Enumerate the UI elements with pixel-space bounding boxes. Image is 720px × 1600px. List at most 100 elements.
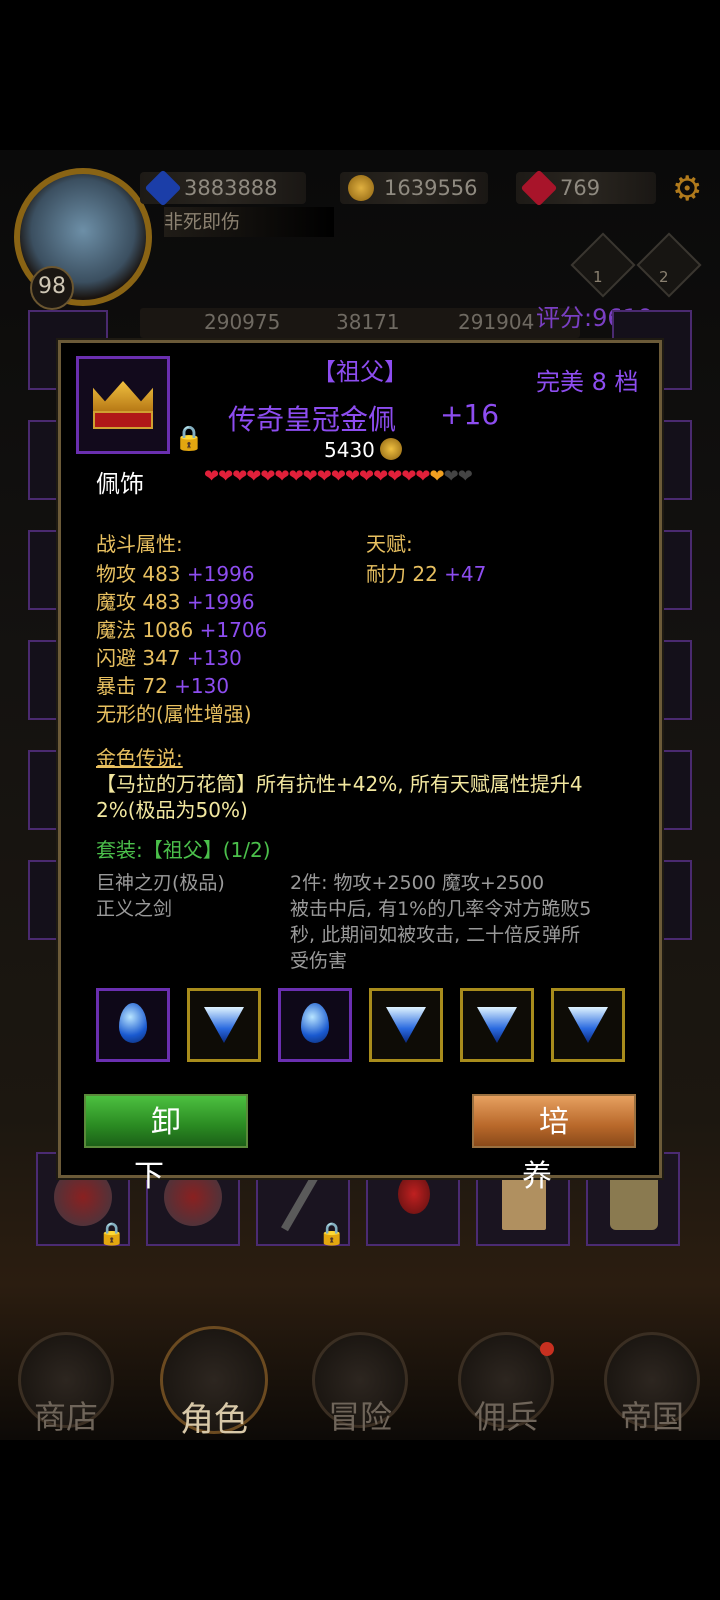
nav-mercenary-label: 佣兵 bbox=[473, 1398, 538, 1436]
unequip-button[interactable]: 卸下 bbox=[84, 1094, 248, 1194]
rank-badge-2-label: 2 bbox=[659, 268, 669, 286]
player-title: 非死即伤 bbox=[164, 207, 334, 237]
notification-dot bbox=[540, 1342, 554, 1356]
set-bonus-line-1: 2件: 物攻+2500 魔攻+2500 bbox=[290, 872, 545, 894]
combat-stat-row: 魔攻 483 +1996 bbox=[96, 588, 267, 616]
heart-full-icon: ❤ bbox=[401, 466, 416, 487]
stat-name: 闪避 bbox=[96, 646, 136, 670]
lock-icon[interactable]: 🔒 bbox=[174, 424, 204, 452]
stat-base: 72 bbox=[142, 674, 168, 698]
crown-band bbox=[93, 411, 153, 429]
stat-bonus: +1706 bbox=[199, 618, 268, 642]
legend-text-line-1: 【马拉的万花筒】所有抗性+42%, 所有天赋属性提升4 bbox=[96, 772, 583, 796]
heart-full-icon: ❤ bbox=[344, 466, 360, 487]
attribute-value-3: 291904 bbox=[458, 310, 535, 334]
combat-stat-row: 暴击 72 +130 bbox=[96, 672, 267, 700]
attribute-value-2: 38171 bbox=[336, 310, 400, 334]
player-level-badge: 98 bbox=[30, 266, 74, 310]
cultivate-button[interactable]: 培养 bbox=[472, 1094, 636, 1194]
stat-bonus: +1996 bbox=[186, 590, 255, 614]
stat-name: 物攻 bbox=[96, 562, 136, 586]
attribute-value-1: 290975 bbox=[204, 310, 281, 334]
set-item-1: 巨神之刃(极品) bbox=[96, 872, 225, 894]
extra-affix: 无形的(属性增强) bbox=[96, 702, 252, 726]
amulet-icon bbox=[398, 1174, 430, 1214]
attribute-bar: 290975 38171 291904 bbox=[140, 308, 580, 338]
gold-coin-icon bbox=[380, 438, 402, 460]
gem-socket-3[interactable] bbox=[278, 988, 352, 1062]
enhance-level: +16 bbox=[440, 398, 500, 431]
heart-full-icon: ❤ bbox=[387, 466, 402, 487]
combat-stats-list: 物攻 483 +1996 魔攻 483 +1996 魔法 1086 +1706 闪避 … bbox=[96, 560, 267, 700]
stat-base: 347 bbox=[142, 646, 181, 670]
sapphire-triangle-icon bbox=[204, 1007, 244, 1043]
ruby-value: 769 bbox=[560, 176, 601, 200]
slot-type: 佩饰 bbox=[96, 470, 144, 498]
sapphire-drop-icon bbox=[119, 1003, 147, 1043]
sapphire-triangle-icon bbox=[477, 1007, 517, 1043]
gem-socket-4[interactable] bbox=[369, 988, 443, 1062]
set-title-name: 【祖父】 bbox=[142, 838, 223, 862]
stat-bonus: +130 bbox=[174, 674, 230, 698]
heart-full-icon: ❤ bbox=[274, 466, 289, 487]
star-hearts-row: ❤❤❤❤❤❤❤❤❤❤❤❤❤❤❤❤❤❤❤ bbox=[204, 466, 473, 487]
ruby-currency: 769 bbox=[516, 169, 656, 207]
nav-empire-label: 帝国 bbox=[619, 1398, 684, 1436]
set-title: 套装:【祖父】(1/2) bbox=[96, 834, 271, 863]
talent-name: 耐力 bbox=[366, 562, 406, 586]
blue-gem-value: 3883888 bbox=[184, 176, 278, 200]
heart-full-icon: ❤ bbox=[232, 466, 247, 487]
red-ruby-icon bbox=[520, 169, 558, 207]
stat-name: 暴击 bbox=[96, 674, 136, 698]
heart-full-icon: ❤ bbox=[330, 466, 346, 487]
talent-row: 耐力 22 +47 bbox=[366, 560, 486, 588]
settings-gear-icon[interactable]: ⚙ bbox=[672, 172, 702, 206]
gem-socket-6[interactable] bbox=[551, 988, 625, 1062]
stat-bonus: +130 bbox=[186, 646, 242, 670]
quality-text: 完美 8 档 bbox=[536, 368, 639, 396]
heart-full-icon: ❤ bbox=[316, 466, 332, 487]
set-bonus-line-4: 受伤害 bbox=[290, 950, 348, 972]
heart-full-icon: ❤ bbox=[288, 466, 304, 487]
combat-stat-row: 闪避 347 +130 bbox=[96, 644, 267, 672]
heart-full-icon: ❤ bbox=[302, 466, 318, 487]
sapphire-triangle-icon bbox=[386, 1007, 426, 1043]
talent-title: 天赋: bbox=[366, 532, 413, 556]
stat-base: 1086 bbox=[142, 618, 194, 642]
gold-value: 1639556 bbox=[384, 176, 478, 200]
heart-full-icon: ❤ bbox=[218, 466, 233, 487]
gem-socket-2[interactable] bbox=[187, 988, 261, 1062]
legend-text-line-2: 2%(极品为50%) bbox=[96, 798, 248, 822]
gold-currency: 1639556 bbox=[340, 172, 488, 204]
set-title-count: (1/2) bbox=[222, 838, 271, 862]
stat-name: 魔法 bbox=[96, 618, 136, 642]
heart-full-icon: ❤ bbox=[204, 466, 219, 487]
rank-badge-1-label: 1 bbox=[593, 268, 603, 286]
heart-empty-icon: ❤ bbox=[457, 466, 473, 487]
lock-icon: 🔒 bbox=[318, 1222, 346, 1247]
set-bonus-line-3: 秒, 此期间如被攻击, 二十倍反弹所 bbox=[290, 924, 581, 946]
item-price: 5430 bbox=[324, 438, 375, 462]
talent-base: 22 bbox=[412, 562, 438, 586]
stat-bonus: +1996 bbox=[186, 562, 255, 586]
heart-full-icon: ❤ bbox=[359, 466, 374, 487]
item-name: 传奇皇冠金佩 bbox=[228, 403, 397, 436]
set-title-prefix: 套装: bbox=[96, 838, 143, 862]
gem-socket-5[interactable] bbox=[460, 988, 534, 1062]
heart-full-icon: ❤ bbox=[415, 466, 430, 487]
combat-stat-row: 魔法 1086 +1706 bbox=[96, 616, 267, 644]
gold-coin-icon bbox=[348, 175, 374, 201]
blue-gem-currency: 3883888 bbox=[140, 169, 306, 207]
combat-stat-row: 物攻 483 +1996 bbox=[96, 560, 267, 588]
heart-full-icon: ❤ bbox=[246, 466, 261, 487]
heart-empty-icon: ❤ bbox=[443, 466, 459, 487]
gem-socket-1[interactable] bbox=[96, 988, 170, 1062]
stat-name: 魔攻 bbox=[96, 590, 136, 614]
nav-character-label: 角色 bbox=[180, 1400, 248, 1440]
set-item-2: 正义之剑 bbox=[96, 898, 173, 920]
heart-half-icon: ❤ bbox=[429, 466, 445, 487]
nav-shop-label: 商店 bbox=[33, 1398, 98, 1436]
blue-gem-icon bbox=[144, 169, 182, 207]
sapphire-triangle-icon bbox=[568, 1007, 608, 1043]
stat-base: 483 bbox=[142, 562, 181, 586]
